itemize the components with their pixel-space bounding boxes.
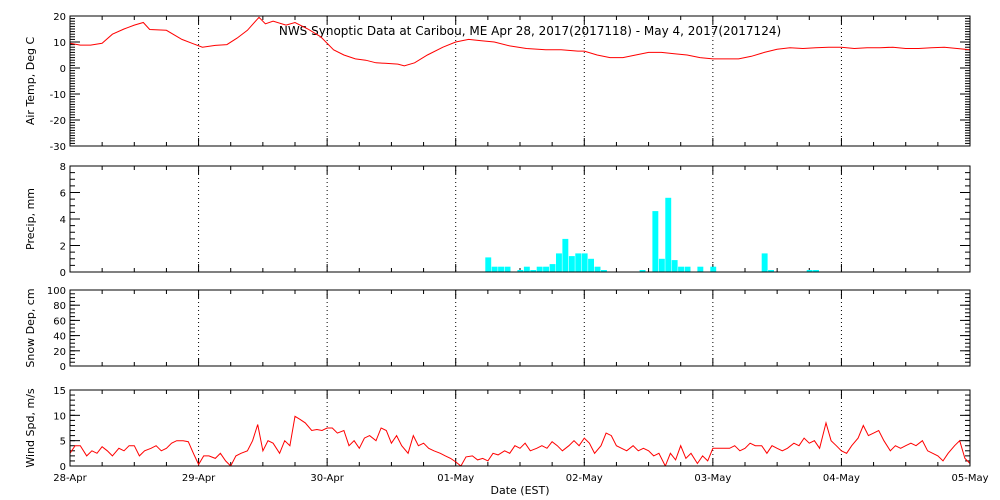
snow-depth-y-tick-label: 40 xyxy=(53,332,66,343)
precip-bar xyxy=(594,266,601,272)
x-tick-label: 29-Apr xyxy=(182,473,216,484)
precip-bar xyxy=(485,257,492,272)
precip-bar xyxy=(504,266,511,272)
precip-bar xyxy=(491,266,498,272)
air-temp-y-tick-label: -20 xyxy=(50,116,66,127)
precip-y-tick-label: 8 xyxy=(60,162,66,173)
precip-bar xyxy=(523,266,530,272)
wind-speed-y-tick-label: 10 xyxy=(53,411,66,422)
x-tick-label: 04-May xyxy=(823,473,860,484)
snow-depth-y-tick-label: 20 xyxy=(53,347,66,358)
snow-depth-panel: 100 80 60 40 20 0 Snow Dep, cm xyxy=(24,286,971,373)
air-temp-y-tick-label: -10 xyxy=(50,90,66,101)
wind-speed-panel: 15 10 5 0 Wind Spd, m/s xyxy=(24,386,971,473)
x-tick-label: 01-May xyxy=(437,473,474,484)
precip-bar xyxy=(761,253,768,272)
precip-bar xyxy=(498,266,504,272)
precip-bar xyxy=(536,266,543,272)
precip-bar xyxy=(568,256,575,272)
precip-bar xyxy=(588,258,594,272)
air-temp-y-tick-label: 10 xyxy=(53,38,66,49)
wind-speed-data xyxy=(70,415,970,466)
precip-bar xyxy=(684,266,691,272)
snow-depth-y-tick-label: 60 xyxy=(53,316,66,327)
snow-depth-y-tick-label: 0 xyxy=(60,362,66,373)
precip-bar xyxy=(652,211,659,272)
precip-y-tick-label: 6 xyxy=(60,189,66,200)
precip-bar xyxy=(575,253,582,272)
precip-bar xyxy=(710,266,717,272)
precip-bar xyxy=(697,266,704,272)
precip-bar xyxy=(581,253,588,272)
x-tick-label: 30-Apr xyxy=(310,473,344,484)
precip-y-tick-label: 4 xyxy=(60,215,66,226)
precip-bar xyxy=(543,266,549,272)
snow-depth-y-tick-label: 80 xyxy=(53,301,66,312)
wind-speed-y-tick-label: 15 xyxy=(53,386,66,397)
precip-bar xyxy=(658,258,665,272)
x-axis-label: Date (EST) xyxy=(490,484,549,497)
x-tick-label: 05-May xyxy=(951,473,988,484)
x-tick-label: 28-Apr xyxy=(53,473,87,484)
wind-speed-frame xyxy=(69,389,971,467)
precip-bar xyxy=(678,266,684,272)
precip-bar xyxy=(665,197,672,272)
precip-data xyxy=(485,197,819,272)
synoptic-chart: NWS Synoptic Data at Caribou, ME Apr 28,… xyxy=(24,12,989,497)
precip-bar xyxy=(556,253,562,272)
precip-frame xyxy=(69,165,971,273)
precip-y-tick-label: 2 xyxy=(60,242,66,253)
air-temp-y-tick-label: 20 xyxy=(53,12,66,23)
precip-bar xyxy=(671,260,678,272)
precip-y-tick-label: 0 xyxy=(60,268,66,279)
precip-panel: 8 6 4 2 0 Precip, mm xyxy=(24,162,971,279)
wind-speed-y-axis-label: Wind Spd, m/s xyxy=(24,388,37,468)
wind-speed-y-tick-label: 5 xyxy=(60,437,66,448)
precip-bar xyxy=(562,238,569,272)
chart-panels: 20100-10-20-30Air Temp, Deg C86420Precip… xyxy=(24,12,971,473)
snow-depth-y-tick-label: 100 xyxy=(47,286,66,297)
chart-title: NWS Synoptic Data at Caribou, ME Apr 28,… xyxy=(279,24,781,38)
x-axis-tick-labels: 28-Apr 29-Apr 30-Apr 01-May 02-May 03-May 04-M… xyxy=(53,473,988,484)
precip-bar xyxy=(549,264,556,272)
precip-y-axis-label: Precip, mm xyxy=(24,188,37,250)
wind-speed-y-tick-label: 0 xyxy=(60,462,66,473)
air-temp-y-tick-label: 0 xyxy=(60,64,66,75)
snow-depth-y-axis-label: Snow Dep, cm xyxy=(24,288,37,367)
air-temp-y-tick-label: -30 xyxy=(50,142,66,153)
wind-speed-series-line xyxy=(70,415,970,466)
x-tick-label: 02-May xyxy=(566,473,603,484)
air-temp-y-axis-label: Air Temp, Deg C xyxy=(24,37,37,126)
x-tick-label: 03-May xyxy=(694,473,731,484)
snow-depth-frame xyxy=(69,289,971,367)
